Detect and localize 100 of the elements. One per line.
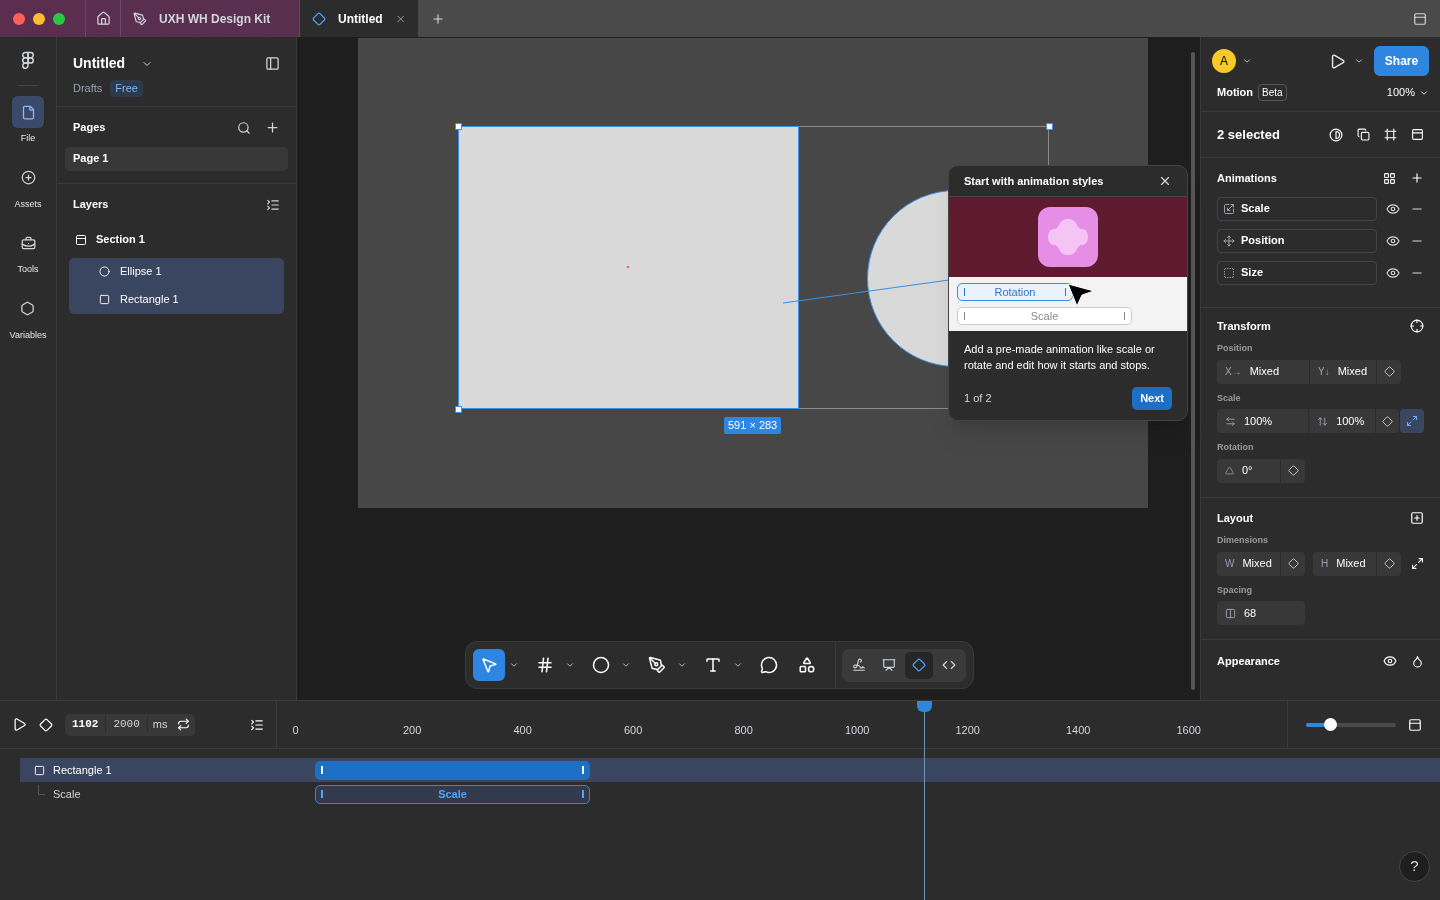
- zoom-level[interactable]: 100%: [1386, 84, 1415, 101]
- keyframe-button[interactable]: [1281, 551, 1305, 576]
- ruler-label: 400: [513, 722, 533, 738]
- chevron-icon[interactable]: [621, 660, 631, 670]
- chevron-icon[interactable]: [1242, 56, 1252, 66]
- keyframe-button[interactable]: [1375, 409, 1400, 433]
- scale-x-field[interactable]: 100%: [1217, 409, 1309, 433]
- collapse-icon[interactable]: [250, 717, 265, 732]
- animation-track[interactable]: Rotation: [957, 283, 1073, 301]
- eye-icon[interactable]: [1386, 265, 1400, 280]
- eye-icon[interactable]: [1383, 654, 1397, 669]
- rail-item[interactable]: Assets: [12, 161, 44, 211]
- chevron-icon[interactable]: [565, 660, 575, 670]
- ruler-label: 1200: [955, 722, 981, 738]
- droplet-icon[interactable]: [1411, 654, 1424, 668]
- chevron-icon[interactable]: [733, 660, 743, 670]
- play-icon[interactable]: [12, 717, 27, 732]
- layout-icon[interactable]: [1410, 510, 1424, 525]
- timeline-row-label: Scale: [53, 786, 81, 802]
- square-icon: [99, 294, 110, 305]
- playhead[interactable]: [916, 701, 932, 900]
- scale-y-field[interactable]: 100%: [1309, 409, 1375, 433]
- slider-thumb[interactable]: [1324, 717, 1338, 731]
- scrollbar[interactable]: [1191, 52, 1195, 690]
- keyframe-button[interactable]: [1377, 551, 1401, 576]
- keyframe-icon[interactable]: [39, 717, 53, 732]
- keyframe-button[interactable]: [1377, 359, 1401, 384]
- avatar[interactable]: A: [1212, 49, 1236, 73]
- chevron-icon[interactable]: [509, 660, 519, 670]
- logo-icon[interactable]: [19, 51, 37, 69]
- section-heading: Transform: [1217, 318, 1271, 334]
- animation-bar[interactable]: Scale: [315, 784, 590, 804]
- add-icon[interactable]: [1410, 171, 1424, 186]
- file-tab[interactable]: Untitled: [300, 0, 418, 37]
- sidebar-toggle-icon[interactable]: [265, 56, 280, 71]
- eye-icon[interactable]: [1386, 233, 1400, 248]
- text-icon: [704, 656, 722, 674]
- resize-icon: [1406, 415, 1419, 427]
- pen-icon: [648, 656, 666, 674]
- share-button[interactable]: Share: [1374, 46, 1429, 76]
- height-field[interactable]: H Mixed: [1313, 551, 1376, 576]
- crosshair-icon[interactable]: [1410, 318, 1424, 333]
- ruler-label: 1000: [844, 722, 871, 738]
- dashed-square-icon: [1223, 266, 1235, 279]
- animation-item[interactable]: Scale: [1217, 196, 1377, 221]
- search-icon[interactable]: [237, 120, 251, 135]
- timeline-row[interactable]: Rectangle 1: [20, 758, 1440, 782]
- rotation-field[interactable]: 0°: [1217, 458, 1280, 483]
- mode-button[interactable]: [905, 651, 933, 679]
- file-title[interactable]: Untitled: [73, 53, 126, 74]
- loop-icon[interactable]: [177, 718, 191, 731]
- speech-bubble-icon: [760, 656, 778, 674]
- eye-icon[interactable]: [1386, 201, 1400, 216]
- page-item[interactable]: Page 1: [65, 146, 288, 171]
- keyframe-button[interactable]: [1281, 458, 1305, 483]
- chevron-icon[interactable]: [1354, 56, 1364, 66]
- timeline-row[interactable]: Scale Scale: [20, 782, 1440, 806]
- diamond-icon: [1287, 465, 1299, 476]
- x-field[interactable]: X→ Mixed: [1217, 359, 1309, 384]
- animation-track[interactable]: Scale: [957, 307, 1132, 325]
- vertical-arrows-icon: [1317, 415, 1329, 427]
- help-button[interactable]: ?: [1399, 851, 1430, 882]
- close-icon[interactable]: [1158, 174, 1172, 188]
- diamond-icon: [1381, 415, 1393, 427]
- mode-label: Motion: [1217, 85, 1254, 101]
- rail-item[interactable]: Tools: [12, 227, 44, 277]
- minimize-window-button[interactable]: [33, 12, 45, 25]
- animation-item[interactable]: Position: [1217, 228, 1377, 253]
- chevron-icon[interactable]: [677, 660, 687, 670]
- tool-button[interactable]: [473, 649, 505, 681]
- collapse-icon[interactable]: [266, 197, 280, 212]
- section-heading: Layout: [1217, 510, 1254, 526]
- animation-item[interactable]: Size: [1217, 260, 1377, 285]
- resize-handle[interactable]: [455, 406, 462, 413]
- y-field[interactable]: Y↓ Mixed: [1310, 359, 1376, 384]
- field-prefix: X→: [1225, 365, 1242, 379]
- duration-field[interactable]: 2000: [105, 716, 147, 733]
- layer-item[interactable]: Section 1: [65, 223, 288, 256]
- zoom-window-button[interactable]: [53, 12, 65, 25]
- play-icon[interactable]: [1329, 52, 1346, 70]
- grid-icon[interactable]: [1383, 171, 1396, 185]
- diamond-icon: [1383, 558, 1395, 569]
- circle-icon: [592, 656, 610, 674]
- layer-item[interactable]: Rectangle 1: [69, 285, 284, 314]
- mask-icon[interactable]: [1329, 127, 1343, 142]
- shape-preview-icon: [1038, 207, 1098, 267]
- width-field[interactable]: W Mixed: [1217, 551, 1280, 576]
- current-time-field[interactable]: 1102: [65, 716, 106, 733]
- resize-handle[interactable]: [455, 123, 462, 130]
- panel-icon[interactable]: [1413, 11, 1427, 26]
- link-scale-button[interactable]: [1400, 409, 1424, 433]
- add-icon[interactable]: [265, 120, 280, 135]
- close-window-button[interactable]: [13, 12, 25, 25]
- location-text[interactable]: Drafts: [73, 80, 103, 97]
- rail-item[interactable]: Variables: [9, 292, 47, 342]
- resize-handle[interactable]: [1046, 123, 1053, 130]
- resize-icon[interactable]: [1411, 557, 1424, 570]
- spacing-field[interactable]: 68: [1217, 601, 1305, 625]
- layer-item[interactable]: Ellipse 1: [69, 257, 284, 286]
- next-button[interactable]: Next: [1132, 387, 1172, 410]
